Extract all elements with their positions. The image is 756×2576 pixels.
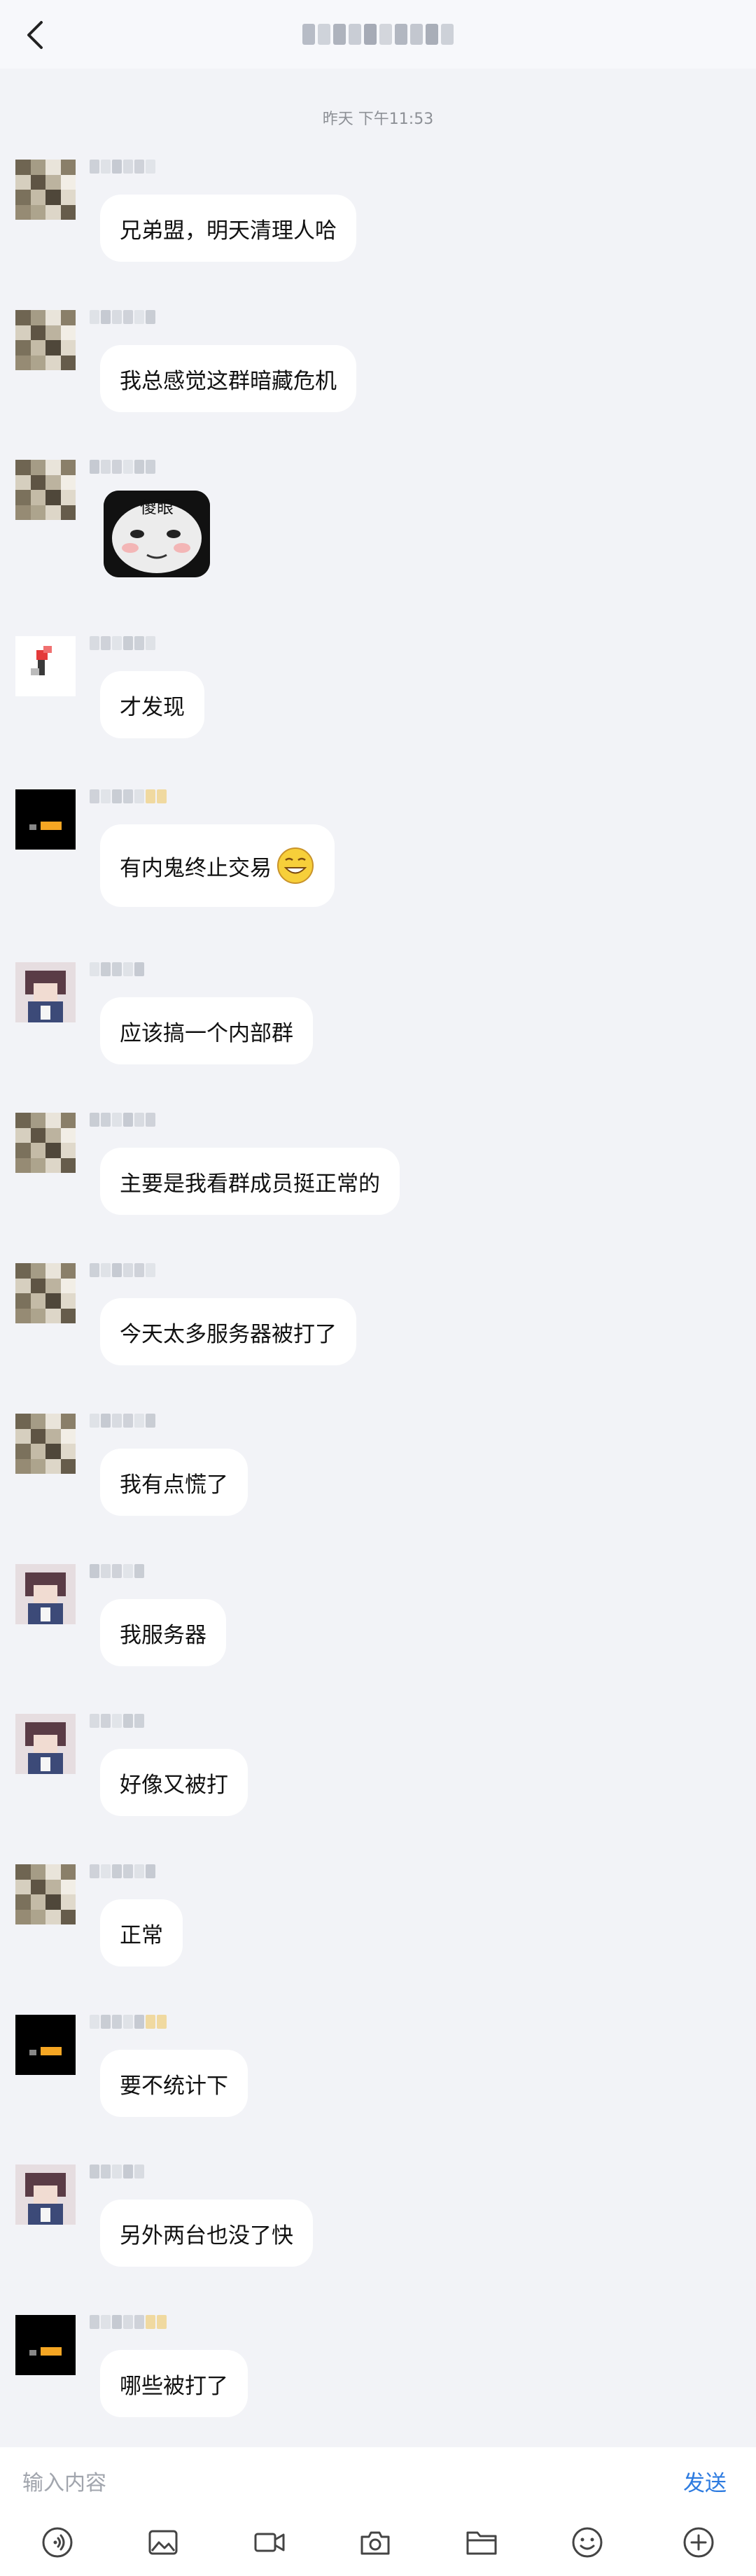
avatar[interactable] — [15, 1414, 76, 1474]
back-button[interactable] — [17, 17, 53, 53]
message-bubble[interactable]: 主要是我看群成员挺正常的 — [100, 1148, 400, 1215]
message-text: 我有点慌了 — [120, 1472, 228, 1498]
avatar[interactable] — [15, 1564, 76, 1624]
message-row: 要不统计下 — [15, 2015, 715, 2120]
sender-name — [90, 2315, 167, 2330]
message-input[interactable]: 输入内容 — [22, 2463, 638, 2499]
sender-name — [90, 1714, 144, 1729]
chat-timestamp: 昨天 下午11:53 — [322, 111, 434, 128]
camera-icon — [360, 2531, 390, 2555]
more-button[interactable] — [676, 2520, 721, 2565]
avatar[interactable] — [15, 962, 76, 1022]
message-bubble[interactable]: 我总感觉这群暗藏危机 — [100, 345, 356, 412]
message-row: 有内鬼终止交易 — [15, 789, 715, 907]
avatar[interactable] — [15, 2165, 76, 2225]
message-bubble[interactable]: 应该搞一个内部群 — [100, 997, 313, 1064]
avatar[interactable] — [15, 2015, 76, 2075]
sticker-caption: 傻眼 — [140, 498, 174, 517]
message-text: 我总感觉这群暗藏危机 — [120, 368, 337, 394]
message-bubble[interactable]: 正常 — [100, 1899, 183, 1966]
message-row: 好像又被打 — [15, 1714, 715, 1819]
video-button[interactable] — [247, 2520, 292, 2565]
sender-name — [90, 310, 155, 325]
image-icon — [148, 2530, 178, 2555]
avatar[interactable] — [15, 1263, 76, 1323]
avatar[interactable] — [15, 460, 76, 520]
message-row: 今天太多服务器被打了 — [15, 1263, 715, 1368]
message-text: 正常 — [120, 1922, 163, 1948]
sender-name — [90, 1113, 155, 1128]
message-row: 正常 — [15, 1864, 715, 1969]
message-bubble[interactable]: 要不统计下 — [100, 2050, 248, 2117]
grin-emoji-icon — [276, 846, 315, 885]
avatar[interactable] — [15, 1864, 76, 1924]
folder-icon — [466, 2531, 497, 2555]
message-row: 傻眼 — [15, 460, 715, 586]
avatar[interactable] — [15, 310, 76, 370]
sender-name — [90, 460, 155, 475]
sender-name — [90, 2015, 167, 2030]
sender-name — [90, 636, 155, 652]
message-row: 我有点慌了 — [15, 1414, 715, 1519]
input-bar: 输入内容 发送 — [0, 2447, 756, 2576]
message-row: 我总感觉这群暗藏危机 — [15, 310, 715, 415]
message-row: 我服务器 — [15, 1564, 715, 1669]
voice-button[interactable] — [35, 2520, 80, 2565]
message-text: 今天太多服务器被打了 — [120, 1321, 337, 1347]
avatar[interactable] — [15, 1113, 76, 1173]
message-text: 好像又被打 — [120, 1772, 228, 1798]
message-bubble[interactable]: 好像又被打 — [100, 1749, 248, 1816]
message-bubble[interactable]: 我服务器 — [100, 1599, 226, 1666]
sender-name — [90, 1414, 155, 1429]
message-row: 兄弟盟，明天清理人哈 — [15, 160, 715, 265]
sender-name — [90, 1263, 155, 1279]
video-icon — [254, 2533, 285, 2552]
message-row: 应该搞一个内部群 — [15, 962, 715, 1067]
sender-name — [90, 160, 155, 175]
sender-name — [90, 1564, 144, 1579]
sender-name — [90, 962, 144, 978]
message-bubble[interactable]: 今天太多服务器被打了 — [100, 1298, 356, 1365]
emoji-icon — [572, 2527, 603, 2558]
message-text: 主要是我看群成员挺正常的 — [120, 1171, 380, 1197]
message-bubble[interactable]: 另外两台也没了快 — [100, 2200, 313, 2267]
message-row: 哪些被打了 — [15, 2315, 715, 2420]
doge-face-sticker[interactable]: 傻眼 — [104, 491, 210, 577]
avatar[interactable] — [15, 789, 76, 850]
chat-title — [302, 24, 454, 45]
message-text: 有内鬼终止交易 — [120, 855, 272, 881]
message-text: 要不统计下 — [120, 2073, 228, 2099]
avatar[interactable] — [15, 636, 76, 696]
chevron-left-icon — [27, 21, 43, 49]
sender-name — [90, 789, 167, 805]
message-row: 另外两台也没了快 — [15, 2165, 715, 2269]
camera-button[interactable] — [353, 2520, 398, 2565]
message-bubble[interactable]: 我有点慌了 — [100, 1449, 248, 1516]
sender-name — [90, 1864, 155, 1880]
message-bubble[interactable]: 哪些被打了 — [100, 2350, 248, 2417]
message-text: 哪些被打了 — [120, 2373, 228, 2399]
plus-icon — [683, 2527, 714, 2558]
message-row: 才发现 — [15, 636, 715, 741]
message-bubble[interactable]: 有内鬼终止交易 — [100, 824, 335, 907]
folder-button[interactable] — [459, 2520, 504, 2565]
avatar[interactable] — [15, 1714, 76, 1774]
sender-name — [90, 2165, 144, 2180]
message-text: 应该搞一个内部群 — [120, 1020, 293, 1046]
message-row: 主要是我看群成员挺正常的 — [15, 1113, 715, 1218]
avatar[interactable] — [15, 160, 76, 220]
emoji-button[interactable] — [565, 2520, 610, 2565]
message-text: 另外两台也没了快 — [120, 2223, 293, 2248]
send-button[interactable]: 发送 — [683, 2463, 727, 2499]
image-button[interactable] — [141, 2520, 186, 2565]
top-bar — [0, 0, 756, 69]
message-bubble[interactable]: 兄弟盟，明天清理人哈 — [100, 195, 356, 262]
message-text: 我服务器 — [120, 1622, 206, 1648]
avatar[interactable] — [15, 2315, 76, 2375]
input-toolbar — [0, 2520, 756, 2565]
message-bubble[interactable]: 才发现 — [100, 671, 204, 738]
message-text: 兄弟盟，明天清理人哈 — [120, 218, 337, 244]
message-text: 才发现 — [120, 694, 185, 720]
voice-icon — [42, 2527, 73, 2558]
